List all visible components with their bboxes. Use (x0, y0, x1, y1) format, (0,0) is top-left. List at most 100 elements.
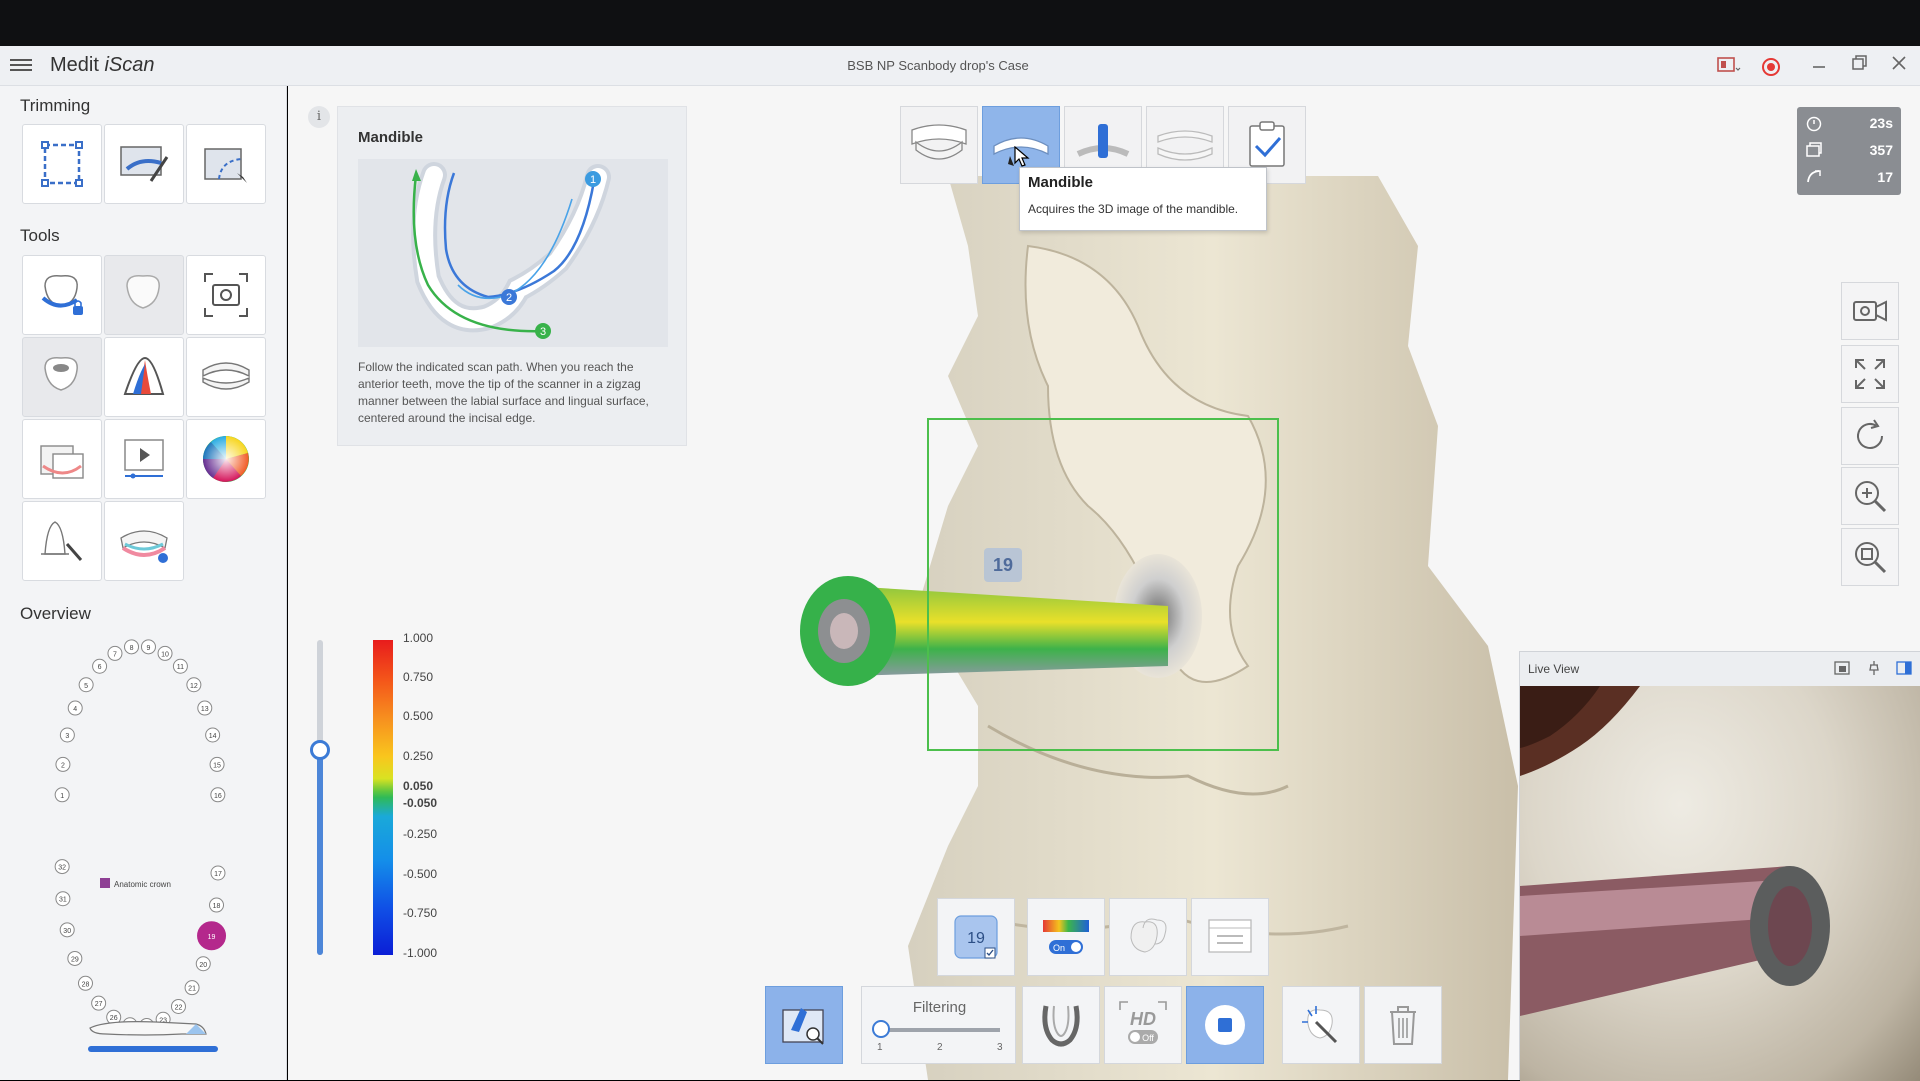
tools-title: Tools (20, 226, 60, 245)
colorbar-label: 0.050 (403, 779, 434, 793)
zoom-fit-button[interactable] (1841, 528, 1899, 586)
dental-arch-icon (202, 362, 250, 390)
reset-view-button[interactable] (1841, 407, 1899, 465)
deviation-toggle-label: On (1053, 943, 1065, 953)
clipboard-check-icon (1249, 121, 1285, 167)
tooth-chart-overview[interactable]: 12345678910111213141516 1718192021222324… (40, 636, 240, 1056)
colorbar-label: -0.500 (403, 867, 438, 881)
tooth-select-button[interactable]: 19 (937, 898, 1015, 976)
overview-tooth-label: 32 (58, 865, 66, 872)
ai-scan-button[interactable] (1282, 986, 1360, 1064)
colorbar-label: 0.500 (403, 709, 434, 723)
timer-icon (1806, 116, 1822, 132)
overview-tooth-label: 18 (213, 903, 221, 910)
undercut-tool[interactable] (104, 337, 184, 417)
stage-tooltip: Mandible Acquires the 3D image of the ma… (1019, 167, 1267, 231)
scan-stats-panel: 23s 357 17 (1797, 107, 1901, 195)
guide-title: Mandible (358, 129, 424, 146)
trimming-title: Trimming (20, 96, 91, 115)
delete-button[interactable] (1364, 986, 1442, 1064)
filtering-label: Filtering (912, 999, 967, 1016)
screen-capture-icon[interactable] (1714, 54, 1744, 78)
restore-icon[interactable] (1844, 54, 1874, 78)
stat-count-value: 17 (1877, 169, 1893, 185)
filter-tick: 3 (997, 1042, 1003, 1053)
undercut-icon (123, 356, 165, 395)
deviation-slider-knob[interactable] (310, 740, 330, 760)
deviation-toggle-button[interactable]: On (1027, 898, 1105, 976)
panel-settings-icon (1208, 919, 1252, 953)
fit-view-button[interactable] (1841, 345, 1899, 403)
overview-tooth-label: 1 (60, 793, 64, 800)
occlusion-tool[interactable] (186, 337, 266, 417)
record-icon[interactable] (1762, 58, 1780, 76)
abutment-tool[interactable] (22, 501, 102, 581)
tooltip-title: Mandible (1028, 174, 1094, 191)
lasso-icon (204, 148, 247, 183)
stop-scan-button[interactable] (1186, 986, 1264, 1064)
stat-frames-value: 357 (1869, 142, 1893, 158)
scan-view-button[interactable] (765, 986, 843, 1064)
zoom-fit-icon (1855, 542, 1887, 574)
filtering-control[interactable]: Filtering 1 2 3 (861, 986, 1016, 1064)
overview-tooth-label: 4 (73, 706, 77, 713)
colorbar-label: 0.750 (403, 670, 434, 684)
minimize-icon[interactable] (1804, 54, 1834, 78)
lock-scan-tool[interactable] (22, 255, 102, 335)
step-2-label: 2 (506, 292, 512, 304)
scanner-progress-bar (88, 1046, 218, 1052)
close-icon[interactable] (1884, 54, 1914, 78)
deviation-slider-fill (317, 752, 323, 955)
brush-trim-button[interactable] (104, 124, 184, 204)
camera-frame-icon (204, 273, 248, 317)
snapshot-tool[interactable] (186, 255, 266, 335)
hd-icon: HD Off (1119, 1001, 1167, 1044)
tooth-library-button[interactable] (1109, 898, 1187, 976)
zoom-in-button[interactable] (1841, 467, 1899, 525)
tooth-surface-tool[interactable] (104, 255, 184, 335)
arch-type-button[interactable] (1022, 986, 1100, 1064)
live-view-panel: Live View (1519, 651, 1920, 1081)
lasso-trim-button[interactable] (186, 124, 266, 204)
model-compare-tool[interactable] (22, 419, 102, 499)
frames-icon (1806, 142, 1822, 157)
tooth-margin-icon (44, 356, 78, 391)
denture-tool[interactable] (104, 501, 184, 581)
overview-tooth-label: 30 (63, 928, 71, 935)
overview-tooth-label: 28 (82, 981, 90, 988)
filter-tick: 1 (877, 1042, 883, 1053)
left-sidebar: Trimming Tools Overview 1 2 3 4 5 6 7 8 … (0, 86, 287, 1080)
panel-icon[interactable] (1896, 660, 1912, 676)
video-camera-icon (1853, 300, 1887, 322)
info-icon[interactable]: i (308, 106, 330, 128)
stat-time-value: 23s (1869, 115, 1893, 131)
tooth-pen-icon (41, 521, 83, 561)
scanner-search-icon (782, 1008, 824, 1045)
overview-tooth-label: 12 (190, 683, 198, 690)
box-trim-button[interactable] (22, 124, 102, 204)
magic-tooth-icon (1302, 1006, 1338, 1044)
filtering-slider-track[interactable] (880, 1028, 1000, 1032)
margin-tool[interactable] (22, 337, 102, 417)
pin-icon[interactable] (1866, 660, 1882, 676)
hd-mode-button[interactable]: HD Off (1104, 986, 1182, 1064)
overview-tooth-label: 2 (61, 762, 65, 769)
overview-tooth-label: 6 (98, 664, 102, 671)
overview-legend: Anatomic crown (114, 880, 171, 889)
overview-tooth-label: 9 (147, 645, 151, 652)
filter-tick: 2 (937, 1042, 943, 1053)
arch-icon (1042, 1005, 1080, 1047)
stage-maxilla-button[interactable] (900, 106, 978, 184)
playback-tool[interactable] (104, 419, 184, 499)
zoom-in-icon (1855, 481, 1887, 513)
guide-text: Follow the indicated scan path. When you… (358, 360, 649, 425)
top-black-bar (0, 0, 1920, 46)
pip-icon[interactable] (1834, 660, 1850, 676)
settings-panel-button[interactable] (1191, 898, 1269, 976)
video-capture-button[interactable] (1841, 282, 1899, 340)
color-tool[interactable] (186, 419, 266, 499)
play-video-icon (124, 439, 164, 479)
overview-tooth-label: 22 (175, 1004, 183, 1011)
hd-label: HD (1130, 1009, 1156, 1029)
filtering-slider-knob[interactable] (872, 1020, 890, 1038)
